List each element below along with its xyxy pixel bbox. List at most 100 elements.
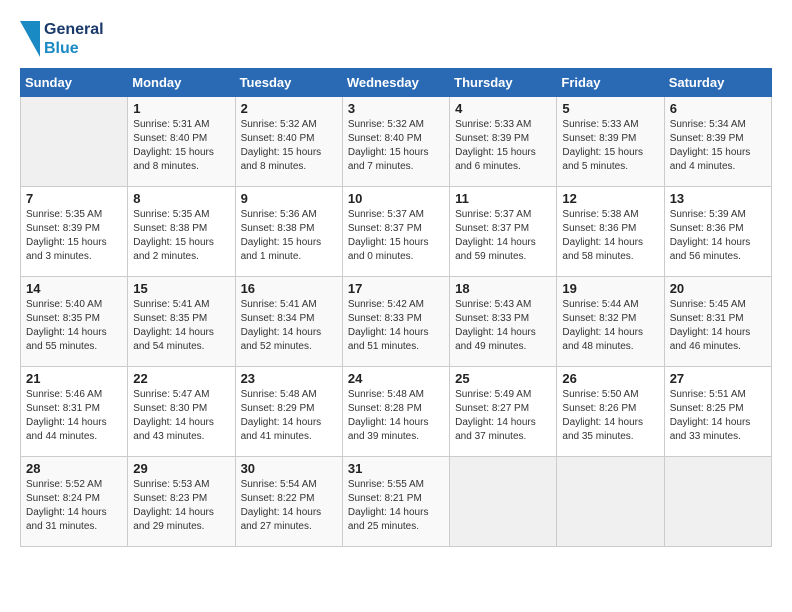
day-number: 11 (455, 191, 551, 206)
day-info: Sunrise: 5:45 AMSunset: 8:31 PMDaylight:… (670, 298, 766, 354)
calendar-cell: 27 Sunrise: 5:51 AMSunset: 8:25 PMDayligh… (664, 367, 771, 457)
calendar-cell: 24 Sunrise: 5:48 AMSunset: 8:28 PMDayligh… (342, 367, 449, 457)
page-header: General Blue (20, 20, 772, 58)
calendar-table: SundayMondayTuesdayWednesdayThursdayFrid… (20, 68, 772, 547)
calendar-cell: 25 Sunrise: 5:49 AMSunset: 8:27 PMDayligh… (450, 367, 557, 457)
day-info: Sunrise: 5:42 AMSunset: 8:33 PMDaylight:… (348, 298, 444, 354)
calendar-cell (557, 457, 664, 547)
day-number: 12 (562, 191, 658, 206)
weekday-header-tuesday: Tuesday (235, 69, 342, 97)
calendar-week-2: 7 Sunrise: 5:35 AMSunset: 8:39 PMDaylight… (21, 187, 772, 277)
calendar-week-1: 1 Sunrise: 5:31 AMSunset: 8:40 PMDaylight… (21, 97, 772, 187)
calendar-cell: 28 Sunrise: 5:52 AMSunset: 8:24 PMDayligh… (21, 457, 128, 547)
calendar-cell: 23 Sunrise: 5:48 AMSunset: 8:29 PMDayligh… (235, 367, 342, 457)
calendar-cell: 18 Sunrise: 5:43 AMSunset: 8:33 PMDayligh… (450, 277, 557, 367)
calendar-cell: 29 Sunrise: 5:53 AMSunset: 8:23 PMDayligh… (128, 457, 235, 547)
calendar-cell (664, 457, 771, 547)
day-info: Sunrise: 5:38 AMSunset: 8:36 PMDaylight:… (562, 208, 658, 264)
day-number: 14 (26, 281, 122, 296)
day-number: 23 (241, 371, 337, 386)
day-number: 7 (26, 191, 122, 206)
day-number: 26 (562, 371, 658, 386)
day-info: Sunrise: 5:44 AMSunset: 8:32 PMDaylight:… (562, 298, 658, 354)
day-info: Sunrise: 5:52 AMSunset: 8:24 PMDaylight:… (26, 478, 122, 534)
day-number: 9 (241, 191, 337, 206)
day-info: Sunrise: 5:43 AMSunset: 8:33 PMDaylight:… (455, 298, 551, 354)
day-info: Sunrise: 5:53 AMSunset: 8:23 PMDaylight:… (133, 478, 229, 534)
day-info: Sunrise: 5:48 AMSunset: 8:28 PMDaylight:… (348, 388, 444, 444)
calendar-cell (450, 457, 557, 547)
calendar-body: 1 Sunrise: 5:31 AMSunset: 8:40 PMDaylight… (21, 97, 772, 547)
calendar-cell: 9 Sunrise: 5:36 AMSunset: 8:38 PMDaylight… (235, 187, 342, 277)
day-number: 2 (241, 101, 337, 116)
day-info: Sunrise: 5:40 AMSunset: 8:35 PMDaylight:… (26, 298, 122, 354)
calendar-cell: 13 Sunrise: 5:39 AMSunset: 8:36 PMDayligh… (664, 187, 771, 277)
day-number: 13 (670, 191, 766, 206)
calendar-cell: 26Sunrise: 5:50 AMSunset: 8:26 PMDayligh… (557, 367, 664, 457)
calendar-cell: 11Sunrise: 5:37 AMSunset: 8:37 PMDayligh… (450, 187, 557, 277)
logo-text-general: General (44, 20, 104, 39)
day-info: Sunrise: 5:35 AMSunset: 8:38 PMDaylight:… (133, 208, 229, 264)
day-info: Sunrise: 5:36 AMSunset: 8:38 PMDaylight:… (241, 208, 337, 264)
day-info: Sunrise: 5:39 AMSunset: 8:36 PMDaylight:… (670, 208, 766, 264)
day-number: 29 (133, 461, 229, 476)
day-info: Sunrise: 5:41 AMSunset: 8:35 PMDaylight:… (133, 298, 229, 354)
day-number: 5 (562, 101, 658, 116)
logo-triangle-icon (20, 21, 40, 57)
day-number: 15 (133, 281, 229, 296)
day-number: 31 (348, 461, 444, 476)
calendar-cell: 21 Sunrise: 5:46 AMSunset: 8:31 PMDayligh… (21, 367, 128, 457)
weekday-header-thursday: Thursday (450, 69, 557, 97)
calendar-week-5: 28 Sunrise: 5:52 AMSunset: 8:24 PMDayligh… (21, 457, 772, 547)
calendar-cell: 14 Sunrise: 5:40 AMSunset: 8:35 PMDayligh… (21, 277, 128, 367)
weekday-header-friday: Friday (557, 69, 664, 97)
day-number: 4 (455, 101, 551, 116)
day-number: 1 (133, 101, 229, 116)
day-info: Sunrise: 5:32 AMSunset: 8:40 PMDaylight:… (241, 118, 337, 174)
day-number: 28 (26, 461, 122, 476)
calendar-cell: 16Sunrise: 5:41 AMSunset: 8:34 PMDayligh… (235, 277, 342, 367)
calendar-cell: 10Sunrise: 5:37 AMSunset: 8:37 PMDayligh… (342, 187, 449, 277)
calendar-week-3: 14 Sunrise: 5:40 AMSunset: 8:35 PMDayligh… (21, 277, 772, 367)
day-number: 30 (241, 461, 337, 476)
calendar-cell: 19 Sunrise: 5:44 AMSunset: 8:32 PMDayligh… (557, 277, 664, 367)
calendar-cell: 4 Sunrise: 5:33 AMSunset: 8:39 PMDaylight… (450, 97, 557, 187)
weekday-header-sunday: Sunday (21, 69, 128, 97)
day-info: Sunrise: 5:49 AMSunset: 8:27 PMDaylight:… (455, 388, 551, 444)
calendar-cell (21, 97, 128, 187)
logo-text-blue: Blue (44, 39, 104, 58)
day-number: 3 (348, 101, 444, 116)
day-info: Sunrise: 5:35 AMSunset: 8:39 PMDaylight:… (26, 208, 122, 264)
day-info: Sunrise: 5:46 AMSunset: 8:31 PMDaylight:… (26, 388, 122, 444)
day-info: Sunrise: 5:31 AMSunset: 8:40 PMDaylight:… (133, 118, 229, 174)
day-number: 10 (348, 191, 444, 206)
day-number: 18 (455, 281, 551, 296)
weekday-header-saturday: Saturday (664, 69, 771, 97)
day-info: Sunrise: 5:51 AMSunset: 8:25 PMDaylight:… (670, 388, 766, 444)
day-info: Sunrise: 5:48 AMSunset: 8:29 PMDaylight:… (241, 388, 337, 444)
day-number: 21 (26, 371, 122, 386)
calendar-cell: 2 Sunrise: 5:32 AMSunset: 8:40 PMDaylight… (235, 97, 342, 187)
day-number: 25 (455, 371, 551, 386)
logo-container: General Blue (20, 20, 104, 58)
calendar-cell: 12 Sunrise: 5:38 AMSunset: 8:36 PMDayligh… (557, 187, 664, 277)
calendar-cell: 22Sunrise: 5:47 AMSunset: 8:30 PMDayligh… (128, 367, 235, 457)
day-number: 17 (348, 281, 444, 296)
calendar-cell: 7 Sunrise: 5:35 AMSunset: 8:39 PMDaylight… (21, 187, 128, 277)
day-number: 24 (348, 371, 444, 386)
calendar-cell: 1 Sunrise: 5:31 AMSunset: 8:40 PMDaylight… (128, 97, 235, 187)
day-info: Sunrise: 5:32 AMSunset: 8:40 PMDaylight:… (348, 118, 444, 174)
weekday-header-wednesday: Wednesday (342, 69, 449, 97)
day-number: 27 (670, 371, 766, 386)
calendar-week-4: 21 Sunrise: 5:46 AMSunset: 8:31 PMDayligh… (21, 367, 772, 457)
day-info: Sunrise: 5:55 AMSunset: 8:21 PMDaylight:… (348, 478, 444, 534)
day-number: 19 (562, 281, 658, 296)
calendar-cell: 31 Sunrise: 5:55 AMSunset: 8:21 PMDayligh… (342, 457, 449, 547)
day-info: Sunrise: 5:54 AMSunset: 8:22 PMDaylight:… (241, 478, 337, 534)
day-info: Sunrise: 5:33 AMSunset: 8:39 PMDaylight:… (562, 118, 658, 174)
day-info: Sunrise: 5:33 AMSunset: 8:39 PMDaylight:… (455, 118, 551, 174)
day-number: 8 (133, 191, 229, 206)
day-number: 20 (670, 281, 766, 296)
logo: General Blue (20, 20, 104, 58)
weekday-header-row: SundayMondayTuesdayWednesdayThursdayFrid… (21, 69, 772, 97)
